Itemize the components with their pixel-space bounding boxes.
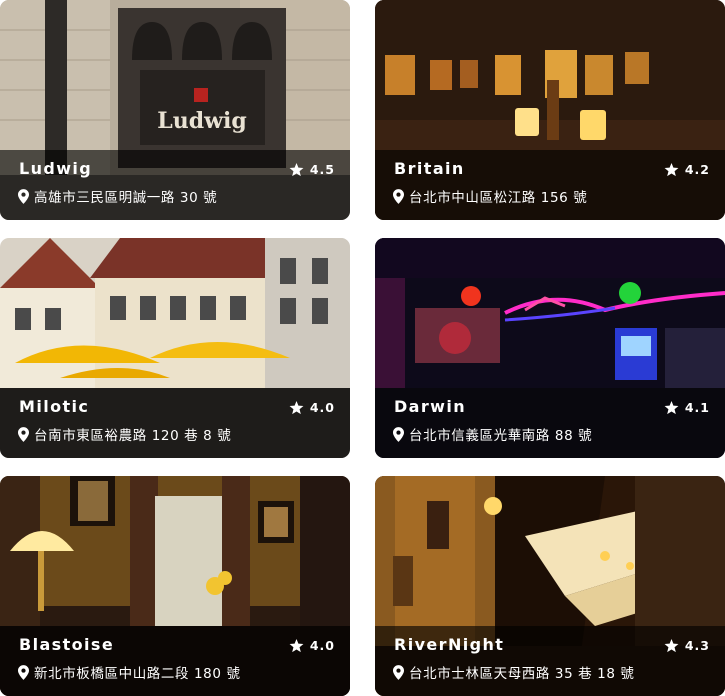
address-text: 台北市中山區松江路 156 號 [409, 190, 588, 206]
rating: 4.0 [289, 638, 335, 653]
bar-name: RiverNight [394, 635, 505, 654]
bar-address: 台南市東區裕農路 120 巷 8 號 [18, 424, 231, 444]
map-pin-icon [18, 188, 29, 204]
star-icon [664, 400, 679, 415]
rating-value: 4.0 [309, 400, 335, 415]
star-icon [664, 638, 679, 653]
star-icon [289, 162, 304, 177]
bar-card-grid: Ludwig Ludwig 4.5 高雄市三民區明誠一路 30 號 Britai… [0, 0, 725, 696]
address-text: 新北市板橋區中山路二段 180 號 [34, 666, 241, 682]
bar-name: Britain [394, 159, 465, 178]
bar-address: 台北市士林區天母西路 35 巷 18 號 [393, 662, 635, 682]
bar-name: Darwin [394, 397, 467, 416]
rating-value: 4.0 [309, 638, 335, 653]
rating: 4.5 [289, 162, 335, 177]
rating: 4.0 [289, 400, 335, 415]
address-text: 台南市東區裕農路 120 巷 8 號 [34, 428, 232, 444]
star-icon [289, 400, 304, 415]
bar-card[interactable]: Blastoise 4.0 新北市板橋區中山路二段 180 號 [0, 476, 350, 696]
address-text: 高雄市三民區明誠一路 30 號 [34, 190, 218, 206]
rating-value: 4.1 [684, 400, 710, 415]
bar-address: 新北市板橋區中山路二段 180 號 [18, 662, 241, 682]
bar-name: Milotic [19, 397, 90, 416]
map-pin-icon [393, 188, 404, 204]
bar-name: Blastoise [19, 635, 115, 654]
map-pin-icon [18, 426, 29, 442]
address-text: 台北市信義區光華南路 88 號 [409, 428, 593, 444]
bar-address: 台北市信義區光華南路 88 號 [393, 424, 592, 444]
rating: 4.2 [664, 162, 710, 177]
bar-card[interactable]: Ludwig Ludwig 4.5 高雄市三民區明誠一路 30 號 [0, 0, 350, 220]
star-icon [289, 638, 304, 653]
bar-card[interactable]: Darwin 4.1 台北市信義區光華南路 88 號 [375, 238, 725, 458]
bar-card[interactable]: Milotic 4.0 台南市東區裕農路 120 巷 8 號 [0, 238, 350, 458]
rating-value: 4.3 [684, 638, 710, 653]
address-text: 台北市士林區天母西路 35 巷 18 號 [409, 666, 635, 682]
map-pin-icon [393, 426, 404, 442]
svg-text:Ludwig: Ludwig [157, 108, 247, 134]
bar-address: 高雄市三民區明誠一路 30 號 [18, 186, 217, 206]
rating: 4.1 [664, 400, 710, 415]
bar-address: 台北市中山區松江路 156 號 [393, 186, 587, 206]
rating: 4.3 [664, 638, 710, 653]
rating-value: 4.5 [309, 162, 335, 177]
map-pin-icon [393, 664, 404, 680]
map-pin-icon [18, 664, 29, 680]
bar-name: Ludwig [19, 159, 93, 178]
bar-card[interactable]: RiverNight 4.3 台北市士林區天母西路 35 巷 18 號 [375, 476, 725, 696]
bar-card[interactable]: Britain 4.2 台北市中山區松江路 156 號 [375, 0, 725, 220]
star-icon [664, 162, 679, 177]
rating-value: 4.2 [684, 162, 710, 177]
